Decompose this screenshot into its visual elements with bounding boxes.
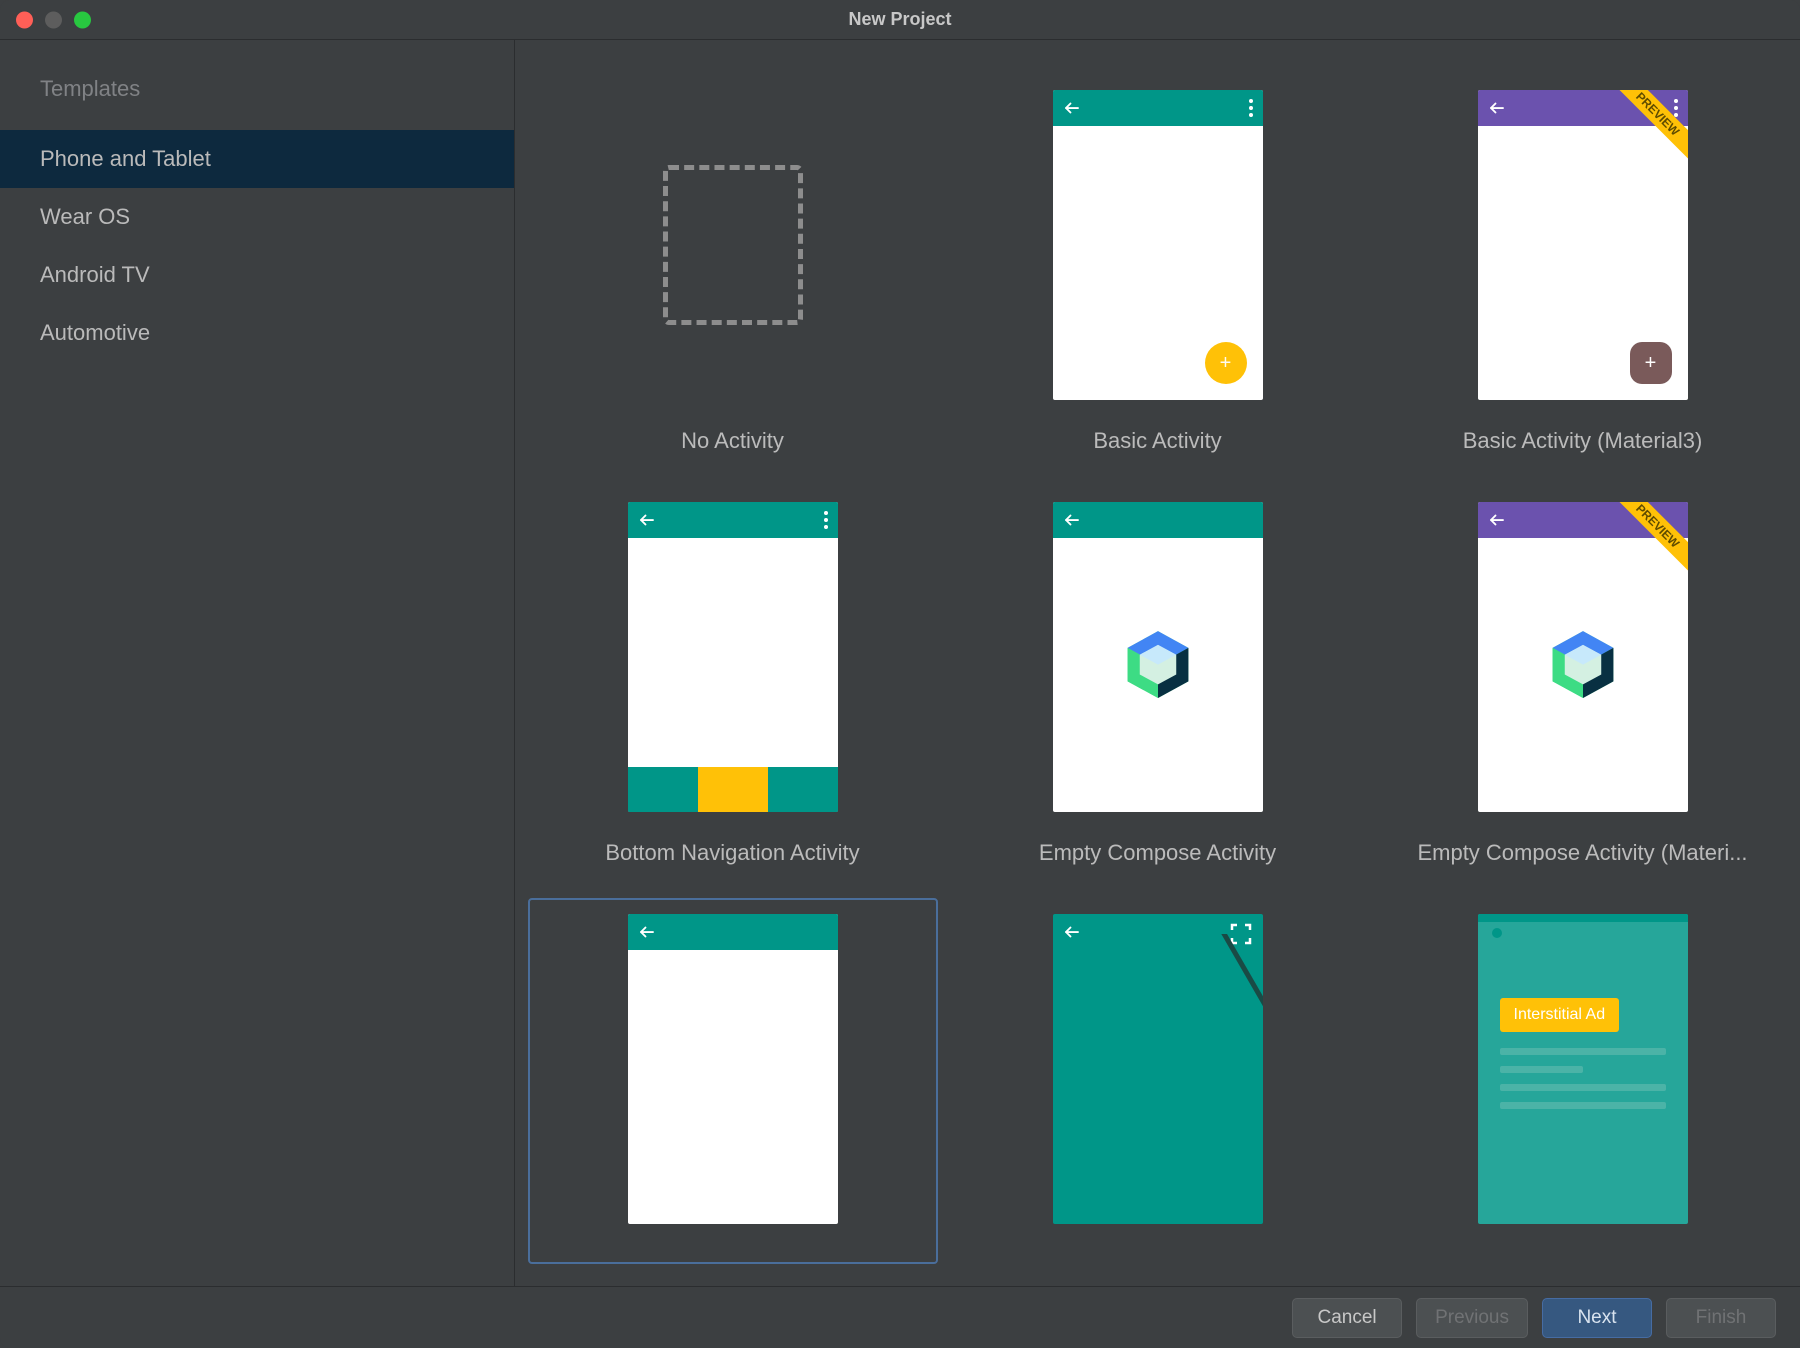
thumbnail-empty-activity <box>628 914 838 1224</box>
template-label: Bottom Navigation Activity <box>605 840 859 866</box>
sidebar-item-label: Android TV <box>40 262 150 287</box>
template-label: Empty Compose Activity <box>1039 840 1276 866</box>
more-icon <box>1674 99 1678 117</box>
back-arrow-icon <box>1063 511 1081 529</box>
more-icon <box>1249 99 1253 117</box>
template-card[interactable]: +PREVIEW Basic Activity (Material3) <box>1378 74 1788 466</box>
previous-button[interactable]: Previous <box>1416 1298 1528 1338</box>
maximize-icon[interactable] <box>74 11 91 28</box>
titlebar: New Project <box>0 0 1800 40</box>
sidebar-item-label: Phone and Tablet <box>40 146 211 171</box>
sidebar-item-label: Wear OS <box>40 204 130 229</box>
app-bar <box>628 502 838 538</box>
sidebar-item-phone-and-tablet[interactable]: Phone and Tablet <box>0 130 514 188</box>
minimize-icon[interactable] <box>45 11 62 28</box>
bottom-nav-bar <box>628 767 838 812</box>
thumbnail-no-activity <box>628 90 838 400</box>
dashed-box-icon <box>663 165 803 325</box>
template-card[interactable]: Interstitial Ad <box>1378 898 1788 1264</box>
fab-icon: + <box>1630 342 1672 384</box>
new-project-window: New Project Templates Phone and Tablet We… <box>0 0 1800 1348</box>
back-arrow-icon <box>1488 511 1506 529</box>
back-arrow-icon <box>638 923 656 941</box>
close-icon[interactable] <box>16 11 33 28</box>
fab-icon: + <box>1205 342 1247 384</box>
template-card[interactable]: Empty Compose Activity <box>953 486 1363 878</box>
dialog-body: Templates Phone and Tablet Wear OS Android… <box>0 40 1800 1286</box>
template-card[interactable]: No Activity <box>528 74 938 466</box>
template-label: Basic Activity <box>1093 428 1221 454</box>
app-bar <box>1053 502 1263 538</box>
more-icon <box>824 511 828 529</box>
template-label: No Activity <box>681 428 784 454</box>
thumbnail-fullscreen <box>1053 914 1263 1224</box>
template-label: Empty Compose Activity (Materi... <box>1417 840 1747 866</box>
template-label: Basic Activity (Material3) <box>1463 428 1703 454</box>
sidebar-header: Templates <box>0 60 514 130</box>
template-card[interactable] <box>953 898 1363 1264</box>
placeholder-lines <box>1500 1048 1666 1120</box>
status-dot-icon <box>1492 928 1502 938</box>
template-card[interactable]: Bottom Navigation Activity <box>528 486 938 878</box>
cancel-button[interactable]: Cancel <box>1292 1298 1402 1338</box>
window-title: New Project <box>848 9 951 30</box>
thumbnail-compose <box>1053 502 1263 812</box>
jetpack-compose-icon <box>1545 627 1621 703</box>
thumbnail-compose-m3: PREVIEW <box>1478 502 1688 812</box>
back-arrow-icon <box>1488 99 1506 117</box>
footer: Cancel Previous Next Finish <box>0 1286 1800 1348</box>
app-bar <box>1053 90 1263 126</box>
window-controls <box>16 11 91 28</box>
template-card[interactable]: PREVIEW Empty Compose Activity (Materi... <box>1378 486 1788 878</box>
thumbnail-ads: Interstitial Ad <box>1478 914 1688 1224</box>
app-bar <box>628 914 838 950</box>
template-gallery: No Activity+Basic Activity+PREVIEWBasic … <box>515 40 1800 1286</box>
sidebar-item-label: Automotive <box>40 320 150 345</box>
thumbnail-basic-activity-m3: +PREVIEW <box>1478 90 1688 400</box>
ad-label: Interstitial Ad <box>1500 998 1620 1032</box>
template-card[interactable]: + Basic Activity <box>953 74 1363 466</box>
back-arrow-icon <box>1063 99 1081 117</box>
next-button[interactable]: Next <box>1542 1298 1652 1338</box>
sidebar-item-automotive[interactable]: Automotive <box>0 304 514 362</box>
sidebar-item-android-tv[interactable]: Android TV <box>0 246 514 304</box>
sidebar: Templates Phone and Tablet Wear OS Android… <box>0 40 515 1286</box>
thumbnail-basic-activity: + <box>1053 90 1263 400</box>
back-arrow-icon <box>638 511 656 529</box>
sidebar-item-wear-os[interactable]: Wear OS <box>0 188 514 246</box>
template-card[interactable] <box>528 898 938 1264</box>
thumbnail-bottom-nav <box>628 502 838 812</box>
jetpack-compose-icon <box>1120 627 1196 703</box>
finish-button[interactable]: Finish <box>1666 1298 1776 1338</box>
